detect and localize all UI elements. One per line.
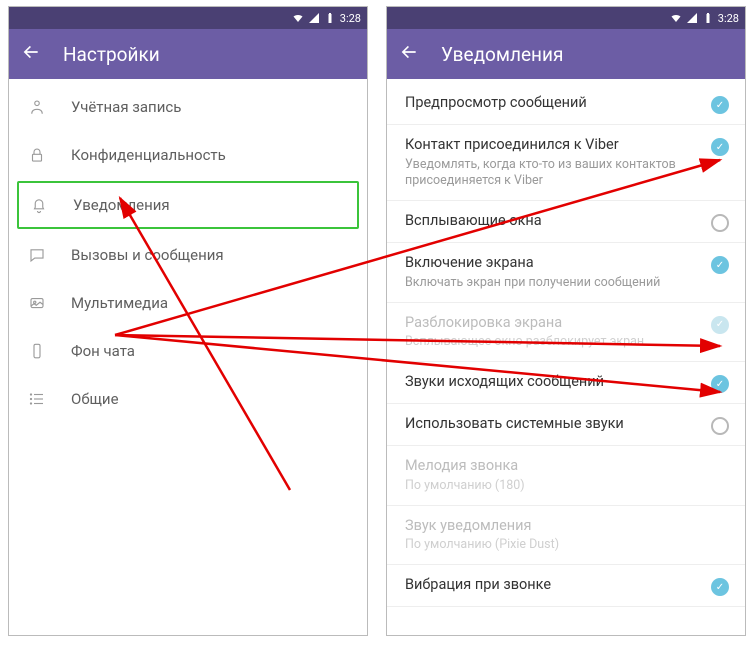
setting-title: Включение экрана [405,253,701,273]
settings-item-account[interactable]: Учётная запись [9,83,367,131]
settings-screen: 3:28 Настройки Учётная запись Конфиденци… [8,6,368,636]
chat-icon [27,245,47,265]
item-label: Вызовы и сообщения [71,246,224,264]
setting-toggle[interactable]: ✓ [711,256,729,274]
setting-row: Мелодия звонка По умолчанию (180) [387,446,745,505]
settings-item-background[interactable]: Фон чата [9,327,367,375]
setting-row: Разблокировка экранаВсплывающее окно раз… [387,303,745,362]
setting-row[interactable]: Вибрация при звонке ✓ [387,565,745,607]
setting-toggle[interactable]: ✓ [711,138,729,156]
phone-bg-icon [27,341,47,361]
setting-row: Звук уведомленияПо умолчанию (Pixie Dust… [387,506,745,565]
setting-subtitle: Всплывающее окно разблокирует экран [405,334,701,351]
bell-icon [29,195,49,215]
setting-row[interactable]: Предпросмотр сообщений ✓ [387,83,745,125]
status-time: 3:28 [718,12,739,25]
setting-row[interactable]: Всплывающие окна [387,201,745,243]
setting-title: Разблокировка экрана [405,313,701,333]
status-bar: 3:28 [387,7,745,29]
setting-toggle[interactable]: ✓ [711,96,729,114]
setting-title: Вибрация при звонке [405,575,701,595]
back-button[interactable] [399,42,419,67]
setting-title: Мелодия звонка [405,456,729,476]
settings-list: Учётная запись Конфиденциальность Уведом… [9,79,367,427]
item-label: Уведомления [73,196,170,214]
setting-row[interactable]: Звуки исходящих сообщений ✓ [387,362,745,404]
setting-row[interactable]: Использовать системные звуки [387,404,745,446]
setting-row[interactable]: Контакт присоединился к ViberУведомлять,… [387,125,745,201]
settings-item-media[interactable]: Мультимедиа [9,279,367,327]
notification-settings-list: Предпросмотр сообщений✓Контакт присоедин… [387,79,745,611]
status-bar: 3:28 [9,7,367,29]
media-icon [27,293,47,313]
back-button[interactable] [21,42,41,67]
item-label: Фон чата [71,342,135,360]
setting-subtitle: Включать экран при получении сообщений [405,275,701,292]
status-time: 3:28 [340,12,361,25]
back-arrow-icon [399,42,419,62]
setting-title: Предпросмотр сообщений [405,93,701,113]
list-icon [27,389,47,409]
person-icon [27,97,47,117]
battery-icon [324,12,336,24]
item-label: Учётная запись [71,98,181,116]
setting-title: Всплывающие окна [405,211,701,231]
setting-toggle[interactable]: ✓ [711,375,729,393]
setting-toggle[interactable] [711,417,729,435]
lock-icon [27,145,47,165]
item-label: Конфиденциальность [71,146,226,164]
setting-subtitle: По умолчанию (180) [405,478,729,495]
setting-toggle: ✓ [711,316,729,334]
wifi-icon [670,12,682,24]
setting-title: Звук уведомления [405,516,729,536]
header: Уведомления [387,29,745,79]
settings-item-calls[interactable]: Вызовы и сообщения [9,231,367,279]
settings-item-notifications[interactable]: Уведомления [17,181,359,229]
notifications-screen: 3:28 Уведомления Предпросмотр сообщений ✓… [386,6,746,636]
header: Настройки [9,29,367,79]
setting-subtitle: По умолчанию (Pixie Dust) [405,537,729,554]
settings-item-general[interactable]: Общие [9,375,367,423]
signal-icon [308,12,320,24]
setting-title: Звуки исходящих сообщений [405,372,701,392]
setting-title: Использовать системные звуки [405,414,701,434]
item-label: Мультимедиа [71,294,168,312]
setting-row[interactable]: Включение экрана Включать экран при получ… [387,243,745,302]
item-label: Общие [71,390,119,408]
setting-subtitle: Уведомлять, когда кто-то из ваших контак… [405,157,701,191]
header-title: Настройки [63,43,160,66]
setting-title: Контакт присоединился к Viber [405,135,701,155]
signal-icon [686,12,698,24]
setting-toggle[interactable]: ✓ [711,578,729,596]
setting-toggle[interactable] [711,214,729,232]
header-title: Уведомления [441,43,563,66]
battery-icon [702,12,714,24]
wifi-icon [292,12,304,24]
settings-item-privacy[interactable]: Конфиденциальность [9,131,367,179]
back-arrow-icon [21,42,41,62]
